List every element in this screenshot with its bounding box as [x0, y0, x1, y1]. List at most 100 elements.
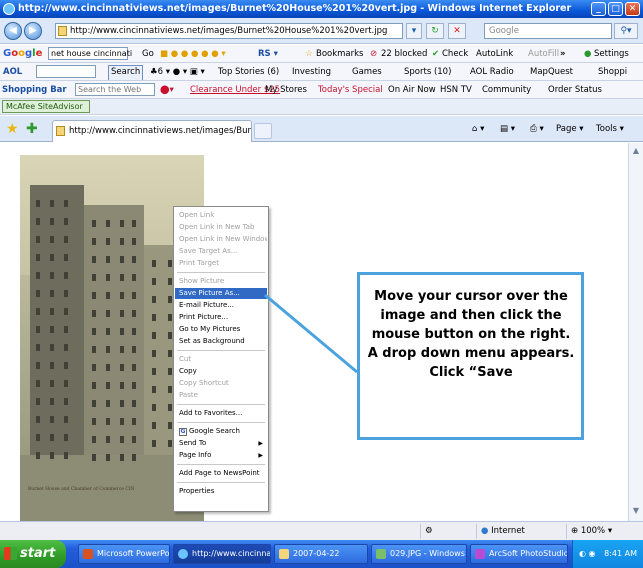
context-menu-item[interactable]: Print Picture...	[175, 312, 267, 323]
photo-window	[50, 236, 54, 243]
taskbar-item-powerpoint[interactable]: Microsoft PowerPoint ...	[78, 544, 170, 564]
print-icon[interactable]: ⎙ ▾	[530, 122, 544, 136]
todays-special-button[interactable]: Today's Special	[318, 82, 383, 98]
google-logo: Google	[3, 48, 43, 59]
order-status-button[interactable]: Order Status	[548, 82, 602, 98]
mapquest-button[interactable]: MapQuest	[530, 64, 573, 80]
back-button[interactable]: ◀	[4, 22, 22, 40]
taskbar-item-picture-viewer[interactable]: 029.JPG - Windows Pi...	[371, 544, 467, 564]
context-menu-item[interactable]: Page Info ▶	[175, 450, 267, 461]
autofill-button[interactable]: AutoFill	[528, 46, 559, 62]
page-menu-button[interactable]: Page ▾	[556, 122, 584, 136]
rss-button[interactable]: RS ▾	[258, 46, 278, 62]
google-search-input[interactable]: net house cincinnati	[48, 47, 132, 60]
context-menu-item[interactable]: Save Picture As...	[175, 288, 267, 299]
mcafee-siteadvisor-button[interactable]: McAfee SiteAdvisor	[2, 100, 90, 113]
start-button[interactable]: start	[0, 540, 66, 568]
home-icon[interactable]: ⌂ ▾	[472, 122, 484, 136]
zoom-pane[interactable]: ⊕ 100% ▾	[566, 524, 643, 539]
new-tab-button[interactable]	[254, 123, 272, 139]
scroll-up-arrow-icon[interactable]: ▲	[630, 145, 642, 157]
context-menu-item[interactable]: G Google Search	[175, 426, 267, 437]
sports-button[interactable]: Sports (10)	[404, 64, 451, 80]
feeds-icon[interactable]: ▤ ▾	[500, 122, 515, 136]
context-menu-item: Copy Shortcut	[175, 378, 267, 389]
context-menu-item[interactable]: Go to My Pictures	[175, 324, 267, 335]
photo-window	[64, 218, 68, 225]
search-go-button[interactable]: ⚲▾	[614, 23, 638, 39]
maximize-button[interactable]: □	[608, 2, 623, 16]
aol-misc-icons[interactable]: ♣6 ▾ ● ▾ ▣ ▾	[150, 64, 205, 80]
photo-window	[132, 310, 136, 317]
star-icon: ☆	[305, 49, 313, 59]
context-menu-item[interactable]: Add Page to NewsPoint	[175, 468, 267, 479]
popup-blocked-count[interactable]: 22 blocked	[381, 46, 427, 62]
settings-button[interactable]: Settings	[594, 46, 629, 62]
scroll-down-arrow-icon[interactable]: ▼	[630, 505, 642, 517]
context-menu-separator	[177, 350, 265, 351]
taskbar-item-folder[interactable]: 2007-04-22	[274, 544, 368, 564]
shopping-search-input[interactable]: Search the Web	[75, 83, 155, 96]
context-menu-item[interactable]: Properties	[175, 486, 267, 497]
bookmarks-button[interactable]: Bookmarks	[316, 46, 364, 62]
photo-window	[50, 290, 54, 297]
context-menu-item[interactable]: Copy	[175, 366, 267, 377]
photo-window	[106, 436, 110, 443]
on-air-button[interactable]: On Air Now	[388, 82, 436, 98]
photo-window	[36, 344, 40, 351]
autolink-button[interactable]: AutoLink	[476, 46, 513, 62]
address-dropdown-button[interactable]: ▾	[406, 23, 422, 39]
context-menu-item[interactable]: Set as Background	[175, 336, 267, 347]
shopping-bar-label[interactable]: Shopping Bar	[2, 82, 67, 98]
forward-button[interactable]: ▶	[24, 22, 42, 40]
check-button[interactable]: Check	[442, 46, 468, 62]
top-stories-button[interactable]: Top Stories (6)	[218, 64, 279, 80]
tray-icons[interactable]: ◐ ◉	[579, 540, 596, 568]
photo-window	[120, 292, 124, 299]
photo-window	[168, 314, 172, 321]
globe-icon: ●	[481, 526, 489, 536]
stop-button[interactable]: ✕	[448, 23, 466, 39]
community-button[interactable]: Community	[482, 82, 531, 98]
my-stores-button[interactable]: My Stores	[265, 82, 307, 98]
tab-current[interactable]: http://www.cincinnativiews.net/images/Bu…	[52, 120, 252, 142]
aol-search-input[interactable]	[36, 65, 96, 78]
vertical-scrollbar[interactable]: ▲ ▼	[628, 143, 643, 521]
photo-window	[92, 292, 96, 299]
hsn-tv-button[interactable]: HSN TV	[440, 82, 472, 98]
aol-radio-button[interactable]: AOL Radio	[470, 64, 514, 80]
context-menu-item[interactable]: Add to Favorites...	[175, 408, 267, 419]
favorites-star-icon[interactable]: ★	[6, 121, 19, 137]
taskbar-item-photostudio[interactable]: ArcSoft PhotoStudio	[470, 544, 568, 564]
photo-window	[36, 236, 40, 243]
close-button[interactable]: ✕	[625, 2, 640, 16]
refresh-button[interactable]: ↻	[426, 23, 444, 39]
games-button[interactable]: Games	[352, 64, 382, 80]
photo-window	[106, 328, 110, 335]
minimize-button[interactable]: _	[591, 2, 606, 16]
photo-window	[132, 364, 136, 371]
shopping-go-button[interactable]: ⬤▾	[160, 82, 174, 98]
tab-row: ★ ✚ http://www.cincinnativiews.net/image…	[0, 116, 643, 142]
context-menu-item[interactable]: Send To ▶	[175, 438, 267, 449]
investing-button[interactable]: Investing	[292, 64, 331, 80]
photo-window	[50, 200, 54, 207]
google-toolbar-icons[interactable]: ■ ● ● ● ● ● ▾	[160, 46, 226, 62]
taskbar-item-ie[interactable]: http://www.cincinnati...	[173, 544, 271, 564]
aol-logo[interactable]: AOL	[3, 64, 22, 80]
tools-menu-button[interactable]: Tools ▾	[596, 122, 624, 136]
add-favorite-icon[interactable]: ✚	[26, 121, 38, 137]
spellcheck-icon: ✔	[432, 49, 440, 59]
context-menu-item[interactable]: E-mail Picture...	[175, 300, 267, 311]
photo-window	[120, 400, 124, 407]
photo-window	[132, 220, 136, 227]
address-input[interactable]: http://www.cincinnativiews.net/images/Bu…	[55, 23, 403, 39]
google-go-button[interactable]: Go	[142, 46, 154, 62]
settings-icon: ●	[584, 49, 592, 59]
search-input[interactable]: Google	[484, 23, 612, 39]
more-button[interactable]: »	[560, 46, 566, 62]
shopping-button[interactable]: Shoppi	[598, 64, 627, 80]
address-bar-row: ◀ ▶ http://www.cincinnativiews.net/image…	[0, 18, 643, 44]
aol-search-button[interactable]: Search	[108, 65, 144, 80]
photo-window	[168, 332, 172, 339]
